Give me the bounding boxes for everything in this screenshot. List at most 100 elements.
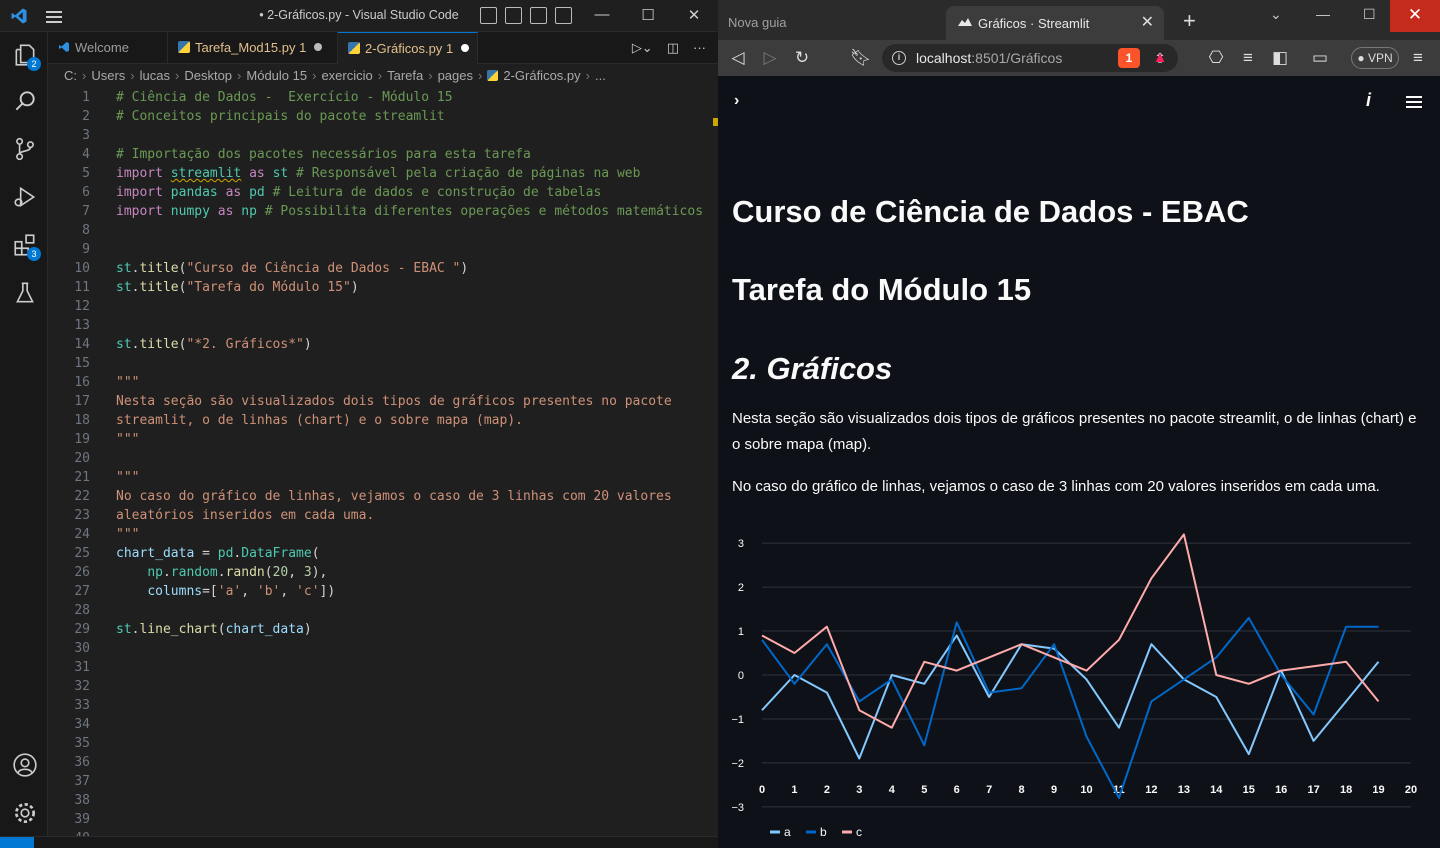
editor-actions: ▷⌄ ◫ ··· (632, 40, 706, 56)
tab-2-graficos[interactable]: 2-Gráficos.py 1 (338, 32, 478, 64)
layout-controls (480, 7, 572, 24)
tab-nova-guia[interactable]: Nova guia (728, 15, 787, 30)
streamlit-main-menu-icon[interactable] (1406, 96, 1422, 111)
x-tick-label: 1 (791, 784, 797, 796)
url-path: :8501/Gráficos (971, 50, 1063, 66)
streamlit-favicon-icon (958, 18, 972, 26)
x-tick-label: 4 (889, 784, 896, 796)
breadcrumb-item[interactable]: Módulo 15 (246, 68, 307, 83)
extensions-badge: 3 (27, 247, 41, 261)
x-tick-label: 10 (1080, 784, 1092, 796)
explorer-badge: 2 (27, 57, 41, 71)
breadcrumb-item[interactable]: pages (438, 68, 473, 83)
maximize-icon[interactable]: ☐ (1363, 6, 1376, 23)
x-tick-label: 15 (1243, 784, 1255, 796)
brave-shields-icon[interactable]: 1 (1118, 48, 1140, 68)
x-tick-label: 19 (1372, 784, 1384, 796)
breadcrumb-item[interactable]: C: (64, 68, 77, 83)
extensions-icon[interactable]: 3 (12, 232, 41, 261)
toggle-secondary-sidebar-icon[interactable] (530, 7, 547, 24)
breadcrumb-item[interactable]: 2-Gráficos.py (503, 68, 580, 83)
tab-title: Gráficos · Streamlit (978, 16, 1090, 31)
x-tick-label: 12 (1145, 784, 1157, 796)
minimize-icon[interactable]: — (1316, 6, 1330, 22)
run-and-debug-icon[interactable] (12, 184, 38, 210)
run-python-file-icon[interactable]: ▷⌄ (632, 40, 653, 56)
vpn-button[interactable]: ● VPN (1351, 47, 1399, 69)
tab-search-chevron-icon[interactable]: ⌄ (1270, 6, 1282, 23)
site-info-icon[interactable]: i (892, 51, 906, 65)
source-control-icon[interactable] (12, 136, 38, 162)
explorer-icon[interactable]: 2 (12, 42, 41, 71)
forward-icon[interactable]: ▷ (760, 48, 780, 68)
legend-label-a: a (784, 825, 791, 839)
testing-icon[interactable] (12, 280, 38, 306)
bookmark-icon[interactable]: 🔖︎ (850, 48, 872, 68)
breadcrumb-item[interactable]: ... (595, 68, 606, 83)
search-icon[interactable] (12, 88, 38, 114)
streamlit-info-icon[interactable]: i (1366, 90, 1371, 111)
breadcrumb-item[interactable]: Users (91, 68, 125, 83)
sidebar-icon[interactable]: ◧ (1270, 48, 1290, 68)
x-tick-label: 9 (1051, 784, 1057, 796)
x-tick-label: 17 (1308, 784, 1320, 796)
y-tick-label: 1 (738, 626, 744, 638)
wallet-icon[interactable]: ▭ (1310, 48, 1330, 68)
new-tab-icon[interactable]: + (1183, 8, 1196, 34)
unsaved-dot-icon[interactable] (314, 43, 323, 51)
toggle-primary-sidebar-icon[interactable] (480, 7, 497, 24)
page-subtitle: Tarefa do Módulo 15 (732, 272, 1032, 307)
customize-layout-icon[interactable] (555, 7, 572, 24)
python-file-icon (178, 41, 190, 53)
x-tick-label: 7 (986, 784, 992, 796)
maximize-icon[interactable]: ☐ (638, 6, 658, 24)
expand-sidebar-icon[interactable]: › (734, 92, 739, 110)
unsaved-dot-icon[interactable] (461, 44, 470, 52)
breadcrumb-item[interactable]: Desktop (184, 68, 232, 83)
line-chart[interactable]: 3210−1−2−30 1 2 3 4 5 6 7 8 9 10 11 12 13 14 15 16 17 18 19… (718, 518, 1440, 848)
split-editor-icon[interactable]: ◫ (667, 40, 679, 56)
x-tick-label: 20 (1405, 784, 1417, 796)
close-window-icon[interactable]: ✕ (1390, 0, 1440, 32)
paragraph: Nesta seção são visualizados dois tipos … (732, 410, 1417, 453)
reload-icon[interactable]: ↻ (792, 48, 812, 68)
browser-window: Nova guia Gráficos · Streamlit ✕ + ⌄ — ☐… (718, 0, 1440, 848)
section-title: 2. Gráficos (732, 351, 893, 386)
close-tab-icon[interactable]: ✕ (1141, 12, 1154, 32)
vpn-label: VPN (1367, 51, 1393, 65)
breadcrumb-item[interactable]: lucas (140, 68, 170, 83)
brave-shields-count: 1 (1125, 51, 1133, 65)
vscode-titlebar: • 2-Gráficos.py - Visual Studio Code — ☐… (0, 0, 718, 32)
series-line-b (761, 616, 1379, 799)
y-tick-label: −1 (731, 714, 744, 726)
tab-tarefa-mod15[interactable]: Tarefa_Mod15.py 1 (168, 32, 338, 64)
manage-gear-icon[interactable] (12, 800, 38, 826)
python-file-icon (348, 42, 360, 54)
tab-problem-count: 1 (299, 40, 307, 55)
y-tick-label: −2 (731, 758, 744, 770)
back-icon[interactable]: ◁ (728, 48, 748, 68)
playlist-icon[interactable]: ≡ (1238, 48, 1258, 68)
x-tick-label: 16 (1275, 784, 1287, 796)
x-tick-label: 8 (1019, 784, 1025, 796)
extensions-puzzle-icon[interactable]: ⎔ (1206, 48, 1226, 68)
brave-rewards-icon[interactable]: ▲ (1150, 48, 1170, 68)
breadcrumb-item[interactable]: Tarefa (387, 68, 423, 83)
more-actions-icon[interactable]: ··· (693, 40, 706, 56)
breadcrumb: C: › Users › lucas › Desktop › Módulo 15 › exercic… (48, 64, 718, 88)
tab-welcome[interactable]: Welcome (48, 32, 168, 64)
y-tick-label: −3 (731, 802, 744, 814)
toggle-panel-icon[interactable] (505, 7, 522, 24)
code-editor[interactable]: 1 2 3 4 5 6 7 8 9 10 11 12 13 14 15 16 17 18 19 20 21 22 23 24 2… (48, 88, 718, 836)
accounts-icon[interactable] (12, 752, 38, 778)
browser-menu-icon[interactable]: ≡ (1408, 48, 1428, 68)
vscode-tab-icon (59, 42, 69, 52)
breadcrumb-item[interactable]: exercicio (321, 68, 372, 83)
minimize-icon[interactable]: — (592, 6, 612, 23)
tab-label: Tarefa_Mod15.py (195, 40, 296, 55)
tab-graficos-streamlit[interactable]: Gráficos · Streamlit ✕ (946, 6, 1164, 40)
remote-indicator[interactable] (0, 837, 34, 848)
python-file-icon (487, 70, 499, 81)
x-tick-label: 14 (1210, 784, 1223, 796)
close-icon[interactable]: ✕ (684, 6, 704, 24)
